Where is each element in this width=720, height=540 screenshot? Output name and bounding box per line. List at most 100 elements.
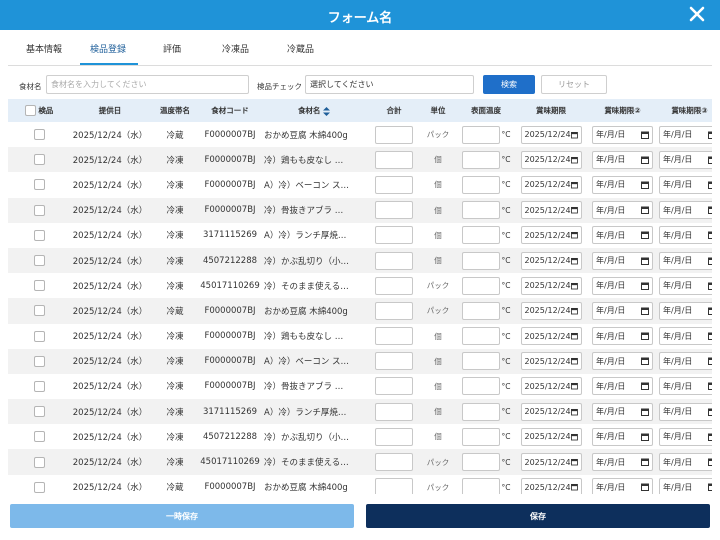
surface-temp-input[interactable] — [461, 327, 500, 346]
expiry-1-date-input[interactable]: 2025/12/24 — [520, 301, 582, 320]
calendar-icon[interactable] — [708, 458, 712, 467]
calendar-icon[interactable] — [641, 382, 649, 391]
surface-temp-input[interactable] — [461, 478, 500, 494]
row-checkbox[interactable] — [33, 129, 45, 141]
tab-refrigerated[interactable]: 冷蔵品 — [287, 42, 314, 55]
expiry-3-date-input[interactable]: 年/月/日 — [659, 377, 712, 396]
total-input[interactable] — [375, 301, 413, 320]
row-checkbox[interactable] — [33, 431, 45, 443]
total-input[interactable] — [375, 125, 413, 144]
surface-temp-input[interactable] — [461, 201, 500, 220]
ingredient-name-input[interactable] — [46, 75, 249, 94]
tab-inspection-registration[interactable]: 検品登録 — [90, 42, 126, 55]
calendar-icon[interactable] — [708, 382, 712, 391]
calendar-icon[interactable] — [708, 131, 712, 139]
calendar-icon[interactable] — [570, 483, 578, 491]
expiry-2-date-input[interactable]: 年/月/日 — [592, 301, 653, 320]
expiry-1-date-input[interactable]: 2025/12/24 — [520, 327, 582, 346]
calendar-icon[interactable] — [570, 433, 578, 441]
expiry-2-date-input[interactable]: 年/月/日 — [592, 478, 653, 494]
expiry-2-date-input[interactable]: 年/月/日 — [592, 201, 653, 220]
expiry-2-date-input[interactable]: 年/月/日 — [592, 327, 653, 346]
expiry-2-date-input[interactable]: 年/月/日 — [592, 125, 653, 144]
expiry-1-date-input[interactable]: 2025/12/24 — [520, 226, 582, 245]
expiry-3-date-input[interactable]: 年/月/日 — [659, 175, 712, 194]
surface-temp-input[interactable] — [461, 125, 500, 144]
sort-icon[interactable] — [323, 106, 331, 116]
tab-evaluation[interactable]: 評価 — [163, 42, 181, 55]
expiry-1-date-input[interactable]: 2025/12/24 — [520, 402, 582, 421]
expiry-1-date-input[interactable]: 2025/12/24 — [520, 175, 582, 194]
expiry-2-date-input[interactable]: 年/月/日 — [592, 251, 653, 270]
row-checkbox[interactable] — [33, 280, 45, 292]
calendar-icon[interactable] — [570, 307, 578, 315]
expiry-3-date-input[interactable]: 年/月/日 — [659, 251, 712, 270]
temporary-save-button[interactable]: 一時保存 — [10, 504, 354, 528]
total-input[interactable] — [375, 352, 413, 371]
expiry-3-date-input[interactable]: 年/月/日 — [659, 150, 712, 169]
total-input[interactable] — [375, 327, 413, 346]
surface-temp-input[interactable] — [461, 453, 500, 472]
save-button[interactable]: 保存 — [366, 504, 710, 528]
total-input[interactable] — [375, 226, 413, 245]
calendar-icon[interactable] — [708, 181, 712, 189]
total-input[interactable] — [375, 427, 413, 446]
calendar-icon[interactable] — [708, 282, 712, 290]
surface-temp-input[interactable] — [461, 276, 500, 295]
calendar-icon[interactable] — [570, 156, 578, 164]
calendar-icon[interactable] — [570, 131, 578, 139]
search-button[interactable]: 検索 — [483, 75, 535, 94]
expiry-2-date-input[interactable]: 年/月/日 — [592, 352, 653, 371]
calendar-icon[interactable] — [641, 307, 649, 315]
expiry-2-date-input[interactable]: 年/月/日 — [592, 377, 653, 396]
expiry-3-date-input[interactable]: 年/月/日 — [659, 327, 712, 346]
total-input[interactable] — [375, 175, 413, 194]
row-checkbox[interactable] — [33, 355, 45, 367]
row-checkbox[interactable] — [33, 179, 45, 191]
calendar-icon[interactable] — [708, 206, 712, 215]
total-input[interactable] — [375, 478, 413, 494]
expiry-2-date-input[interactable]: 年/月/日 — [592, 453, 653, 472]
total-input[interactable] — [375, 377, 413, 396]
expiry-2-date-input[interactable]: 年/月/日 — [592, 226, 653, 245]
total-input[interactable] — [375, 402, 413, 421]
surface-temp-input[interactable] — [461, 301, 500, 320]
surface-temp-input[interactable] — [461, 226, 500, 245]
expiry-2-date-input[interactable]: 年/月/日 — [592, 402, 653, 421]
calendar-icon[interactable] — [708, 231, 712, 240]
inspection-table-container[interactable]: 検品 提供日 温度帯名 食材コード 食材名 合計 単位 表面温度 賞味期限 賞味… — [8, 99, 712, 494]
expiry-1-date-input[interactable]: 2025/12/24 — [520, 377, 582, 396]
calendar-icon[interactable] — [641, 156, 649, 164]
row-checkbox[interactable] — [33, 456, 45, 468]
surface-temp-input[interactable] — [461, 377, 500, 396]
expiry-2-date-input[interactable]: 年/月/日 — [592, 276, 653, 295]
surface-temp-input[interactable] — [461, 251, 500, 270]
total-input[interactable] — [375, 276, 413, 295]
row-checkbox[interactable] — [33, 204, 45, 216]
calendar-icon[interactable] — [570, 357, 578, 365]
total-input[interactable] — [375, 251, 413, 270]
expiry-3-date-input[interactable]: 年/月/日 — [659, 125, 712, 144]
expiry-3-date-input[interactable]: 年/月/日 — [659, 226, 712, 245]
row-checkbox[interactable] — [33, 481, 45, 493]
calendar-icon[interactable] — [570, 408, 578, 416]
expiry-2-date-input[interactable]: 年/月/日 — [592, 175, 653, 194]
calendar-icon[interactable] — [708, 483, 712, 492]
tab-frozen[interactable]: 冷凍品 — [222, 42, 249, 55]
calendar-icon[interactable] — [570, 181, 578, 189]
expiry-2-date-input[interactable]: 年/月/日 — [592, 150, 653, 169]
calendar-icon[interactable] — [708, 332, 712, 341]
calendar-icon[interactable] — [570, 458, 578, 466]
expiry-1-date-input[interactable]: 2025/12/24 — [520, 125, 582, 144]
expiry-3-date-input[interactable]: 年/月/日 — [659, 201, 712, 220]
row-checkbox[interactable] — [33, 255, 45, 267]
expiry-1-date-input[interactable]: 2025/12/24 — [520, 352, 582, 371]
inspection-check-select[interactable]: 選択してください — [305, 75, 474, 94]
calendar-icon[interactable] — [570, 206, 578, 214]
expiry-1-date-input[interactable]: 2025/12/24 — [520, 276, 582, 295]
calendar-icon[interactable] — [641, 408, 649, 416]
reset-button[interactable]: リセット — [541, 75, 607, 94]
tab-basic-info[interactable]: 基本情報 — [26, 42, 62, 55]
calendar-icon[interactable] — [641, 231, 649, 240]
expiry-1-date-input[interactable]: 2025/12/24 — [520, 150, 582, 169]
